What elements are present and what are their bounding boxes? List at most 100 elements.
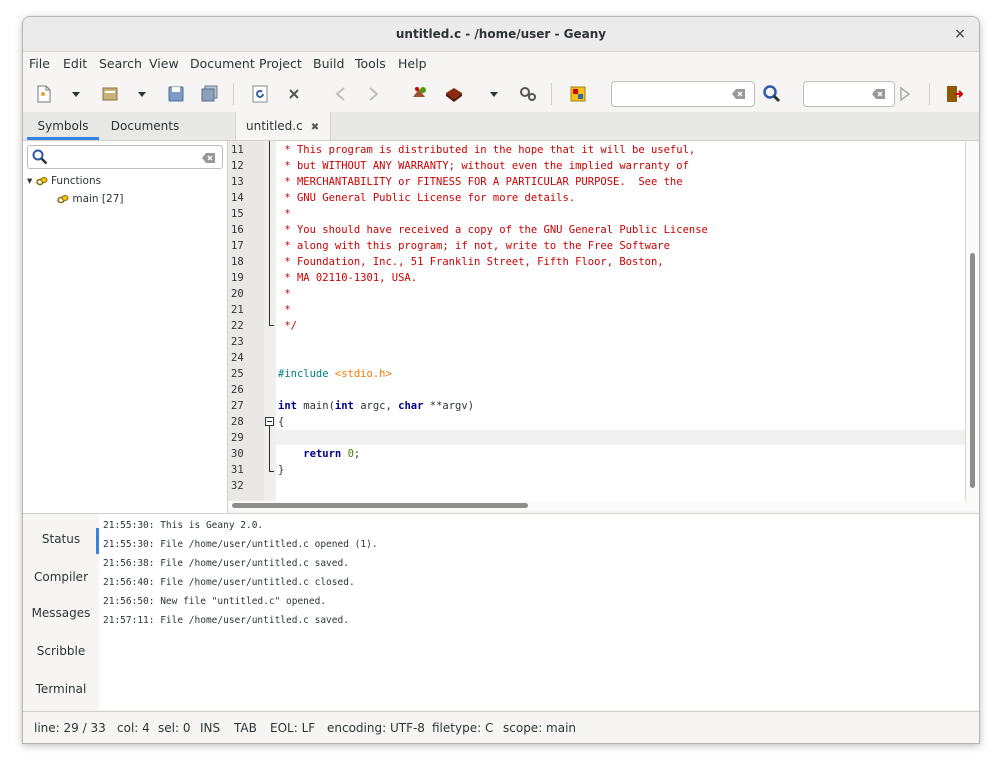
goto-line-input[interactable] [803,81,895,107]
scrollbar-thumb[interactable] [970,253,975,488]
geany-window: untitled.c - /home/user - Geany × File E… [22,16,980,744]
fold-margin[interactable] [264,141,276,501]
menu-edit[interactable]: Edit [63,56,87,71]
code-line: * [278,288,291,300]
menu-build[interactable]: Build [313,56,344,71]
code-line: * [278,304,291,316]
code-line: * but WITHOUT ANY WARRANTY; without even… [278,160,689,172]
message-window: Status Compiler Messages Scribble Termin… [23,513,979,710]
menu-view[interactable]: View [149,56,179,71]
tab-scribble[interactable]: Scribble [23,644,99,658]
status-line: line: 29 / 33 [34,721,106,735]
editor-horizontal-scrollbar[interactable] [228,501,966,511]
open-file-icon[interactable] [99,83,121,105]
clear-search-icon[interactable] [732,88,746,100]
code-line-include: #include <stdio.h> [278,368,392,380]
line-number: 13 [231,176,244,188]
tab-terminal[interactable]: Terminal [23,682,99,696]
menu-document[interactable]: Document [190,56,255,71]
save-all-icon[interactable] [199,83,221,105]
dropdown-icon[interactable] [131,83,153,105]
fold-line [269,141,270,325]
line-number: 19 [231,272,244,284]
execute-icon[interactable] [517,83,539,105]
build-icon[interactable] [443,83,465,105]
tab-status[interactable]: Status [23,528,99,554]
editor-vertical-scrollbar[interactable] [966,141,979,511]
code-line: * Foundation, Inc., 51 Franklin Street, … [278,256,664,268]
close-window-button[interactable]: × [951,25,969,43]
code-token: main( [296,400,335,412]
tab-documents[interactable]: Documents [103,112,187,140]
line-number: 12 [231,160,244,172]
save-icon[interactable] [165,83,187,105]
close-icon[interactable] [283,83,305,105]
toolbar-separator [929,83,930,105]
line-number: 17 [231,240,244,252]
line-number: 30 [231,448,244,460]
dropdown-icon[interactable] [483,83,505,105]
dropdown-icon[interactable] [65,83,87,105]
status-encoding: encoding: UTF-8 [327,721,425,735]
tree-item-main[interactable]: main [27] [57,193,123,205]
menu-bar: File Edit Search View Document Project B… [23,52,979,74]
symbol-search-input[interactable] [27,145,223,169]
toolbar [23,75,979,111]
code-token: ; [353,448,361,460]
code-line: * along with this program; if not, write… [278,240,670,252]
keyword-token: char [398,400,424,412]
clear-search-icon[interactable] [202,152,216,164]
code-line: * You should have received a copy of the… [278,224,708,236]
quit-icon[interactable] [943,83,965,105]
line-number: 16 [231,224,244,236]
log-line: 21:55:30: File /home/user/untitled.c ope… [103,539,378,550]
line-number: 25 [231,368,244,380]
function-icon [35,177,48,186]
line-number: 22 [231,320,244,332]
code-line: * [278,208,291,220]
status-bar: line: 29 / 33 col: 4 sel: 0 INS TAB EOL:… [23,711,979,743]
tab-messages[interactable]: Messages [23,606,99,620]
editor-tab-untitled[interactable]: untitled.c ✖ [235,112,331,140]
forward-icon[interactable] [363,83,385,105]
code-editor[interactable]: 11 12 13 14 15 16 17 18 19 20 21 22 23 2… [228,141,966,501]
line-number: 14 [231,192,244,204]
log-line: 21:56:38: File /home/user/untitled.c sav… [103,558,349,569]
message-tabs: Status Compiler Messages Scribble Termin… [23,514,99,710]
menu-help[interactable]: Help [398,56,427,71]
menu-file[interactable]: File [29,56,50,71]
status-log[interactable]: 21:55:30: This is Geany 2.0. 21:55:30: F… [99,514,979,710]
color-chooser-icon[interactable] [567,83,589,105]
fold-minus-icon[interactable] [265,417,274,426]
code-line-main-signature: int main(int argc, char **argv) [278,400,474,412]
menu-search[interactable]: Search [99,56,142,71]
expander-down-icon[interactable]: ▾ [27,175,32,187]
reload-icon[interactable] [249,83,271,105]
tab-compiler[interactable]: Compiler [23,570,99,584]
toolbar-search-input[interactable] [611,81,755,107]
line-number: 26 [231,384,244,396]
back-icon[interactable] [329,83,351,105]
status-sel: sel: 0 [158,721,191,735]
scrollbar-thumb[interactable] [232,503,528,508]
title-bar[interactable]: untitled.c - /home/user - Geany × [23,17,979,52]
tree-group-functions[interactable]: ▾ Functions [27,175,101,187]
status-filetype: filetype: C [432,721,494,735]
menu-tools[interactable]: Tools [355,56,386,71]
line-number: 32 [231,480,244,492]
clear-goto-icon[interactable] [872,88,886,100]
toolbar-separator [233,83,234,105]
status-scope: scope: main [503,721,577,735]
tab-close-icon[interactable]: ✖ [311,122,319,133]
tab-symbols[interactable]: Symbols [27,112,99,140]
menu-project[interactable]: Project [259,56,302,71]
preprocessor-token: #include [278,368,329,380]
search-icon[interactable] [761,83,783,105]
include-file-token: <stdio.h> [328,368,392,380]
jump-to-line-icon[interactable] [895,83,917,105]
code-line-return: return 0; [278,448,360,460]
code-line: * GNU General Public License for more de… [278,192,576,204]
line-number: 20 [231,288,244,300]
compile-icon[interactable] [409,83,431,105]
new-file-icon[interactable] [33,83,55,105]
